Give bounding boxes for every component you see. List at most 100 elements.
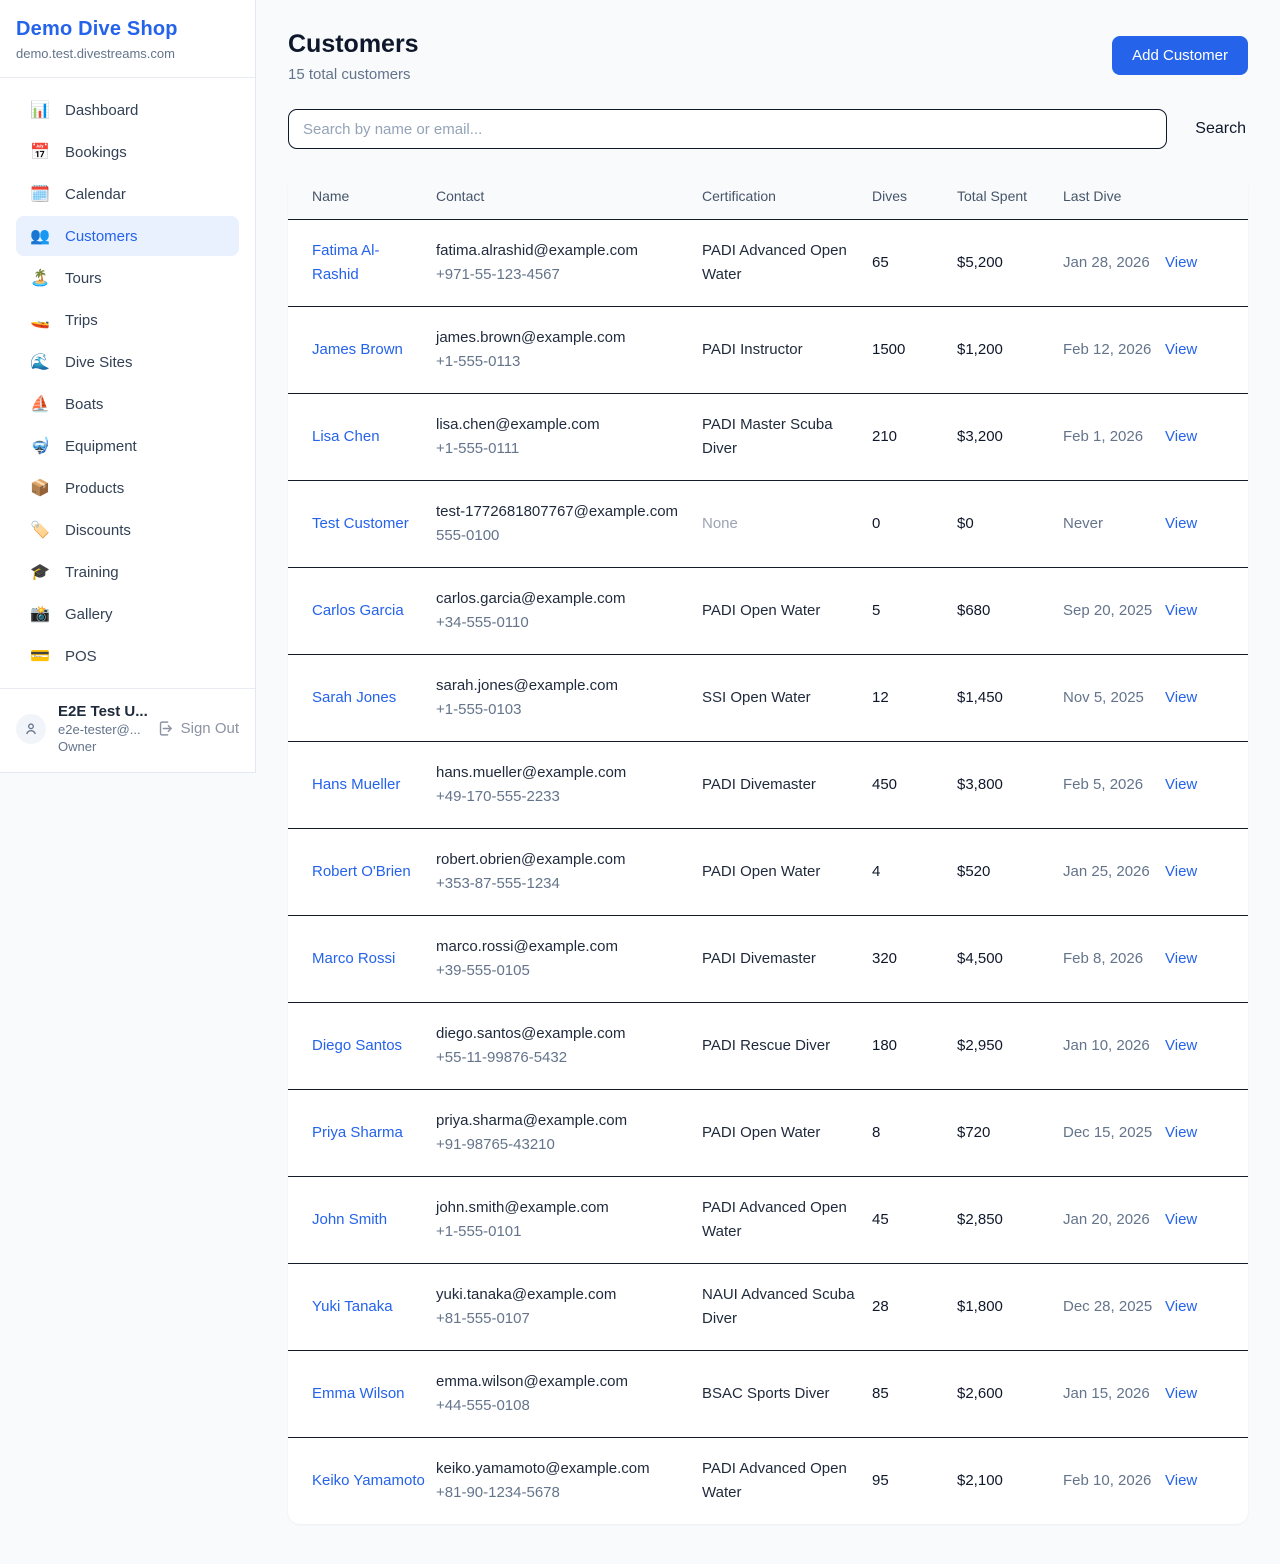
view-customer-link[interactable]: View [1165,1124,1197,1141]
customer-certification: SSI Open Water [702,689,811,706]
column-header-actions [1165,175,1248,219]
view-customer-link[interactable]: View [1165,950,1197,967]
customer-total-spent: $720 [957,1124,990,1141]
add-customer-button[interactable]: Add Customer [1112,36,1248,75]
view-customer-link[interactable]: View [1165,776,1197,793]
sign-out-label: Sign Out [181,720,239,737]
nav-item-icon: 📊 [30,100,50,120]
customer-name-link[interactable]: Carlos Garcia [312,602,404,619]
customer-total-spent: $2,100 [957,1472,1003,1489]
customer-total-spent: $520 [957,863,990,880]
customer-name-link[interactable]: Yuki Tanaka [312,1298,393,1315]
customer-last-dive: Dec 15, 2025 [1063,1124,1152,1141]
customer-dives: 45 [872,1211,889,1228]
sidebar-item[interactable]: 👥 Customers [16,216,239,256]
customer-name-link[interactable]: Priya Sharma [312,1124,403,1141]
sidebar-item[interactable]: 📸 Gallery [16,594,239,634]
nav-item-label: Gallery [65,606,113,623]
sidebar-item[interactable]: ⛵ Boats [16,384,239,424]
customer-last-dive: Feb 5, 2026 [1063,776,1143,793]
customer-certification: PADI Divemaster [702,776,816,793]
view-customer-link[interactable]: View [1165,254,1197,271]
table-row: Sarah Jones sarah.jones@example.com +1-5… [288,654,1248,741]
view-customer-link[interactable]: View [1165,1472,1197,1489]
sidebar-item[interactable]: 📊 Dashboard [16,90,239,130]
customer-certification: PADI Advanced Open Water [702,1460,847,1501]
sidebar-item[interactable]: 🗓️ Calendar [16,174,239,214]
nav-item-icon: 🤿 [30,436,50,456]
view-customer-link[interactable]: View [1165,1211,1197,1228]
sidebar-item[interactable]: 📅 Bookings [16,132,239,172]
view-customer-link[interactable]: View [1165,1298,1197,1315]
customer-phone: +39-555-0105 [436,959,692,983]
customer-total-spent: $2,950 [957,1037,1003,1054]
customer-last-dive: Feb 8, 2026 [1063,950,1143,967]
customer-name-link[interactable]: Robert O'Brien [312,863,411,880]
nav-item-label: Dive Sites [65,354,133,371]
sidebar-item[interactable]: 🚤 Trips [16,300,239,340]
customer-last-dive: Jan 25, 2026 [1063,863,1150,880]
customer-last-dive: Never [1063,515,1103,532]
view-customer-link[interactable]: View [1165,515,1197,532]
customer-phone: +49-170-555-2233 [436,785,692,809]
sidebar-item[interactable]: 💳 POS [16,636,239,676]
user-block: E2E Test U... e2e-tester@... Owner [58,703,145,754]
customers-table-card: Name Contact Certification Dives Total S… [288,175,1248,1524]
customer-dives: 28 [872,1298,889,1315]
customer-last-dive: Jan 20, 2026 [1063,1211,1150,1228]
view-customer-link[interactable]: View [1165,863,1197,880]
customer-certification: NAUI Advanced Scuba Diver [702,1286,855,1327]
customer-phone: +55-11-99876-5432 [436,1046,692,1070]
view-customer-link[interactable]: View [1165,341,1197,358]
customer-name-link[interactable]: Emma Wilson [312,1385,405,1402]
customer-name-link[interactable]: Hans Mueller [312,776,400,793]
customer-dives: 320 [872,950,897,967]
customer-name-link[interactable]: Marco Rossi [312,950,395,967]
sidebar-item[interactable]: 🏝️ Tours [16,258,239,298]
customer-last-dive: Dec 28, 2025 [1063,1298,1152,1315]
sign-out-button[interactable]: Sign Out [157,720,239,737]
customer-count: 15 total customers [288,66,419,83]
customer-last-dive: Jan 10, 2026 [1063,1037,1150,1054]
nav-item-label: Discounts [65,522,131,539]
customer-name-link[interactable]: Lisa Chen [312,428,380,445]
view-customer-link[interactable]: View [1165,428,1197,445]
sidebar-item[interactable]: 🏷️ Discounts [16,510,239,550]
user-name: E2E Test U... [58,703,145,720]
customer-email: lisa.chen@example.com [436,413,692,437]
customer-phone: +81-555-0107 [436,1307,692,1331]
search-input[interactable] [288,109,1167,149]
customer-name-link[interactable]: Sarah Jones [312,689,396,706]
customer-phone: +34-555-0110 [436,611,692,635]
nav-item-label: Equipment [65,438,137,455]
table-row: Emma Wilson emma.wilson@example.com +44-… [288,1350,1248,1437]
nav-item-icon: 🚤 [30,310,50,330]
table-row: James Brown james.brown@example.com +1-5… [288,306,1248,393]
customer-email: carlos.garcia@example.com [436,587,692,611]
customer-name-link[interactable]: Diego Santos [312,1037,402,1054]
customer-name-link[interactable]: John Smith [312,1211,387,1228]
customer-certification: None [702,515,738,532]
customer-email: emma.wilson@example.com [436,1370,692,1394]
customer-phone: +91-98765-43210 [436,1133,692,1157]
view-customer-link[interactable]: View [1165,602,1197,619]
search-button[interactable]: Search [1193,114,1248,144]
customer-email: robert.obrien@example.com [436,848,692,872]
sidebar-item[interactable]: 🤿 Equipment [16,426,239,466]
customer-name-link[interactable]: James Brown [312,341,403,358]
sidebar-item[interactable]: 📦 Products [16,468,239,508]
sidebar-item[interactable]: 🌊 Dive Sites [16,342,239,382]
view-customer-link[interactable]: View [1165,689,1197,706]
brand-block: Demo Dive Shop demo.test.divestreams.com [0,18,255,78]
customer-name-link[interactable]: Test Customer [312,515,409,532]
view-customer-link[interactable]: View [1165,1037,1197,1054]
nav-item-label: Boats [65,396,103,413]
avatar [16,714,46,744]
sidebar-item[interactable]: 🎓 Training [16,552,239,592]
view-customer-link[interactable]: View [1165,1385,1197,1402]
customer-name-link[interactable]: Keiko Yamamoto [312,1472,425,1489]
customer-dives: 5 [872,602,880,619]
customer-certification: PADI Rescue Diver [702,1037,830,1054]
customer-name-link[interactable]: Fatima Al-Rashid [312,242,380,283]
customer-total-spent: $0 [957,515,974,532]
